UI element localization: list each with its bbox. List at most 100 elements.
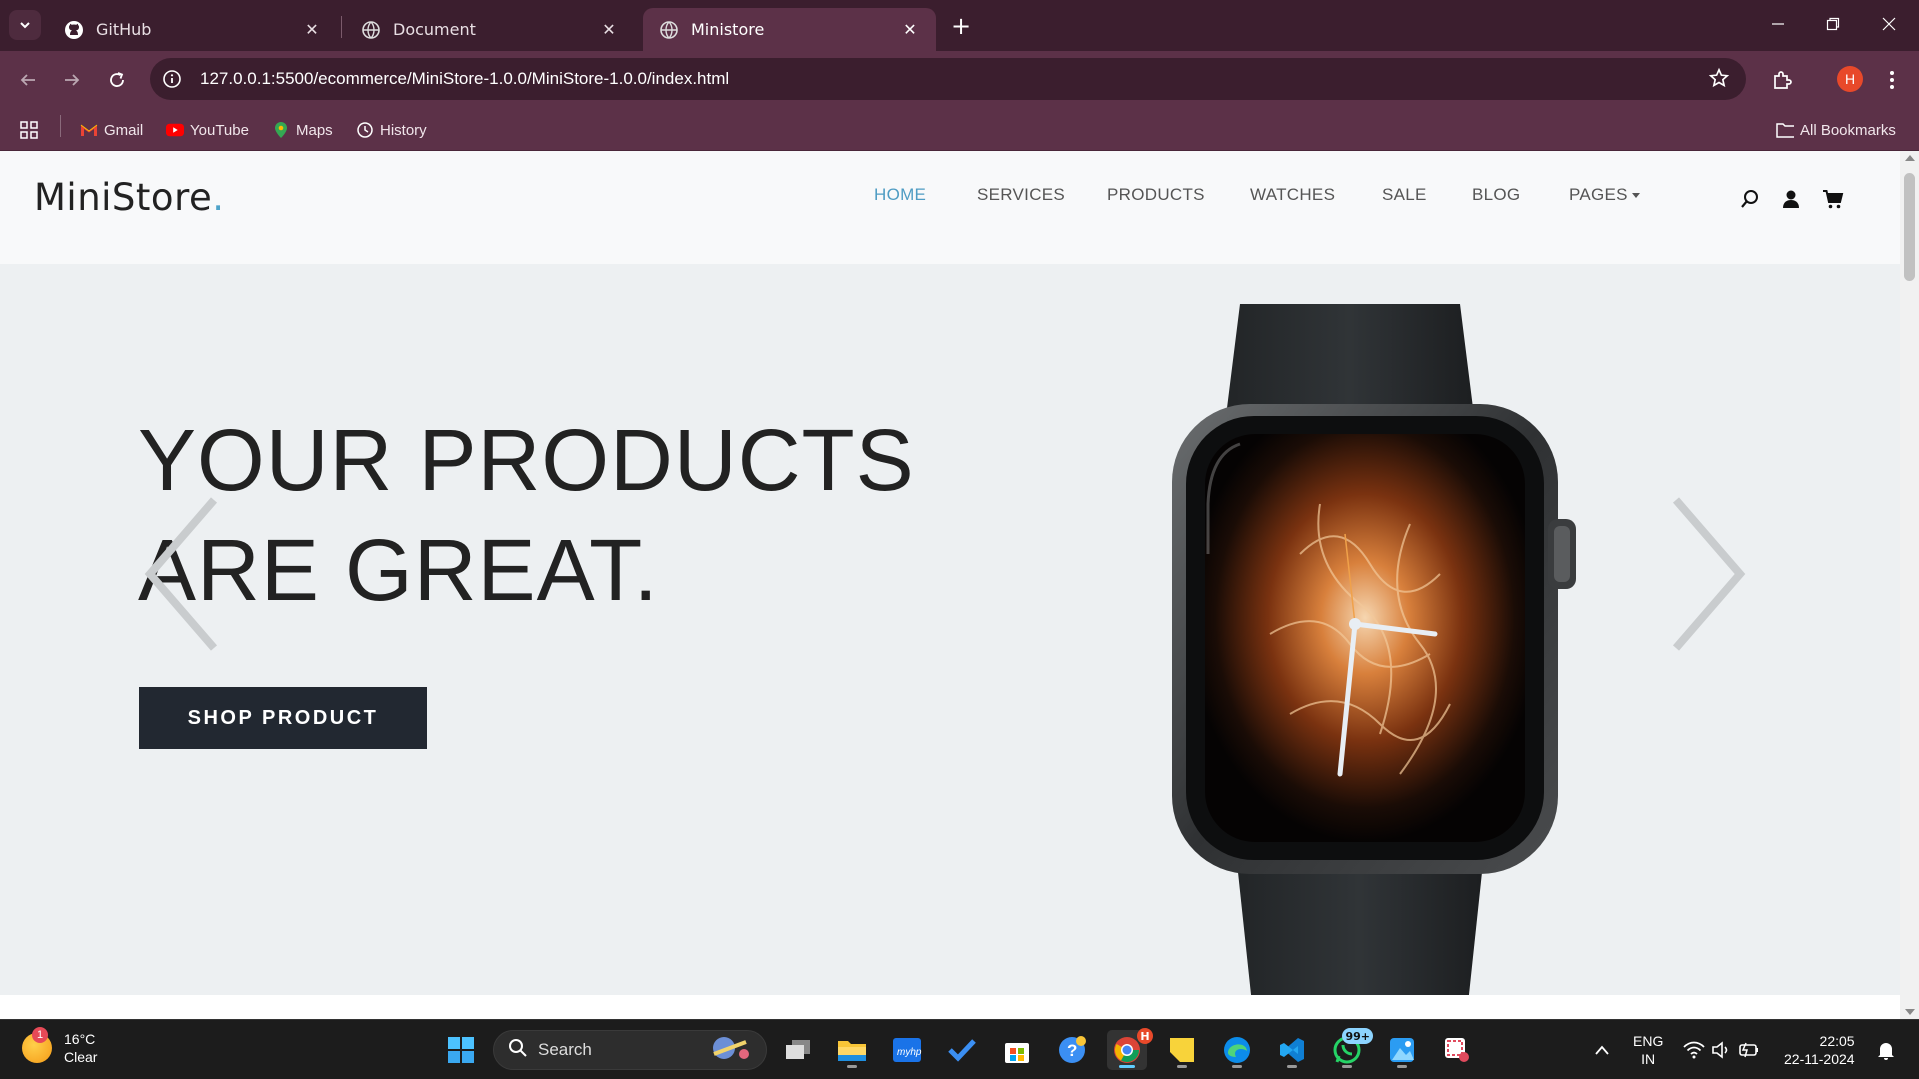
system-clock[interactable]: 22:05 22-11-2024 (1784, 1032, 1855, 1068)
task-view-button[interactable] (778, 1030, 818, 1070)
clock-date: 22-11-2024 (1784, 1051, 1855, 1067)
puzzle-icon (1774, 71, 1792, 89)
weather-condition: Clear (64, 1049, 98, 1065)
user-icon[interactable] (1779, 187, 1803, 211)
svg-text:myhp: myhp (897, 1047, 922, 1058)
bookmark-label: History (380, 121, 427, 139)
bookmark-maps[interactable]: Maps (272, 117, 333, 143)
site-logo[interactable]: MiniStore. (34, 176, 225, 219)
nav-pages-dropdown[interactable]: PAGES (1569, 185, 1640, 205)
start-button[interactable] (441, 1030, 481, 1070)
search-icon[interactable] (1738, 187, 1762, 211)
taskbar-photos[interactable] (1382, 1030, 1422, 1070)
nav-watches[interactable]: WATCHES (1250, 185, 1335, 205)
nav-products[interactable]: PRODUCTS (1107, 185, 1205, 205)
bookmark-youtube[interactable]: YouTube (166, 117, 249, 143)
taskbar-snipping-tool[interactable] (1437, 1030, 1477, 1070)
language-region: IN (1641, 1051, 1656, 1067)
close-icon[interactable]: ✕ (597, 18, 621, 42)
nav-sale[interactable]: SALE (1382, 185, 1427, 205)
maps-icon (272, 121, 290, 139)
bookmark-gmail[interactable]: Gmail (80, 117, 143, 143)
logo-text: MiniStore (34, 176, 213, 219)
scrollbar-thumb[interactable] (1904, 173, 1915, 281)
cart-icon[interactable] (1821, 187, 1845, 211)
taskbar-file-explorer[interactable] (832, 1030, 872, 1070)
restore-icon (1826, 17, 1840, 31)
bookmark-star-icon[interactable] (1708, 67, 1730, 93)
browser-menu-button[interactable] (1878, 64, 1906, 96)
taskbar-sticky-notes[interactable] (1162, 1030, 1202, 1070)
sticky-notes-icon (1170, 1038, 1194, 1062)
nav-blog[interactable]: BLOG (1472, 185, 1520, 205)
back-button[interactable] (12, 64, 44, 96)
hero-title-line1: YOUR PRODUCTS (138, 412, 915, 509)
taskbar-edge[interactable] (1217, 1030, 1257, 1070)
task-view-icon (786, 1040, 810, 1059)
scroll-down-arrow-icon[interactable] (1905, 1009, 1915, 1015)
apps-button[interactable] (20, 117, 44, 143)
tray-overflow-button[interactable] (1582, 1030, 1622, 1070)
tab-title: Document (393, 20, 476, 39)
minimize-button[interactable] (1756, 8, 1800, 40)
globe-icon (659, 20, 679, 40)
bookmark-label: Maps (296, 121, 333, 139)
close-icon[interactable]: ✕ (898, 18, 922, 42)
taskbar-help[interactable]: ? (1052, 1030, 1092, 1070)
new-tab-button[interactable]: + (946, 12, 976, 40)
weather-badge: 1 (32, 1027, 48, 1043)
nav-pages-label: PAGES (1569, 185, 1628, 204)
address-bar[interactable]: 127.0.0.1:5500/ecommerce/MiniStore-1.0.0… (150, 58, 1746, 100)
reload-button[interactable] (101, 64, 133, 96)
hero-title-line2: ARE GREAT. (138, 522, 659, 619)
taskbar-myhp[interactable]: myhp (887, 1030, 927, 1070)
running-indicator (847, 1065, 857, 1068)
restore-button[interactable] (1811, 8, 1855, 40)
weather-sun-icon: 1 (22, 1027, 52, 1063)
profile-avatar[interactable]: H (1837, 66, 1863, 92)
store-icon (1005, 1043, 1029, 1063)
taskbar-whatsapp[interactable]: 99+ (1327, 1028, 1373, 1070)
slider-next-arrow[interactable] (1670, 494, 1750, 654)
nav-home[interactable]: HOME (874, 185, 926, 205)
shop-product-button[interactable]: SHOP PRODUCT (139, 687, 427, 749)
github-icon (64, 20, 84, 40)
taskbar-store[interactable] (997, 1030, 1037, 1070)
weather-temp: 16°C (64, 1031, 96, 1047)
browser-toolbar: 127.0.0.1:5500/ecommerce/MiniStore-1.0.0… (0, 51, 1919, 108)
tab-ministore[interactable]: Ministore ✕ (643, 8, 936, 51)
minimize-icon (1772, 23, 1784, 25)
all-bookmarks-button[interactable]: All Bookmarks (1776, 117, 1896, 143)
info-icon[interactable] (154, 61, 190, 97)
chrome-icon (1114, 1037, 1140, 1063)
site-header: MiniStore. HOME SERVICES PRODUCTS WATCHE… (0, 151, 1900, 264)
close-icon (1882, 17, 1896, 31)
tab-search-button[interactable] (9, 10, 41, 40)
taskbar-todo[interactable] (942, 1030, 982, 1070)
extensions-button[interactable] (1766, 64, 1798, 96)
nav-services[interactable]: SERVICES (977, 185, 1065, 205)
url-text[interactable]: 127.0.0.1:5500/ecommerce/MiniStore-1.0.0… (200, 69, 729, 89)
taskbar-vscode[interactable] (1272, 1030, 1312, 1070)
close-window-button[interactable] (1867, 8, 1911, 40)
notifications-button[interactable] (1866, 1030, 1906, 1070)
whatsapp-unread-badge: 99+ (1342, 1028, 1373, 1044)
taskbar-search[interactable]: Search (493, 1030, 767, 1070)
slider-prev-arrow[interactable] (140, 494, 220, 654)
checkmark-icon (948, 1039, 976, 1062)
quick-settings-button[interactable] (1676, 1030, 1766, 1070)
forward-button[interactable] (56, 64, 88, 96)
page-scrollbar[interactable] (1900, 151, 1919, 1019)
input-language[interactable]: ENG IN (1633, 1032, 1663, 1068)
taskbar-chrome[interactable]: H (1107, 1028, 1153, 1070)
bookmark-history[interactable]: History (356, 117, 427, 143)
close-icon[interactable]: ✕ (300, 18, 324, 42)
arrow-left-icon (20, 74, 35, 86)
scroll-up-arrow-icon[interactable] (1905, 155, 1915, 161)
volume-icon (1712, 1041, 1728, 1059)
weather-widget[interactable]: 1 16°C Clear (22, 1027, 98, 1066)
globe-icon (361, 20, 381, 40)
chevron-up-icon (1595, 1045, 1609, 1055)
tab-github[interactable]: GitHub ✕ (48, 8, 338, 51)
tab-document[interactable]: Document ✕ (345, 8, 635, 51)
